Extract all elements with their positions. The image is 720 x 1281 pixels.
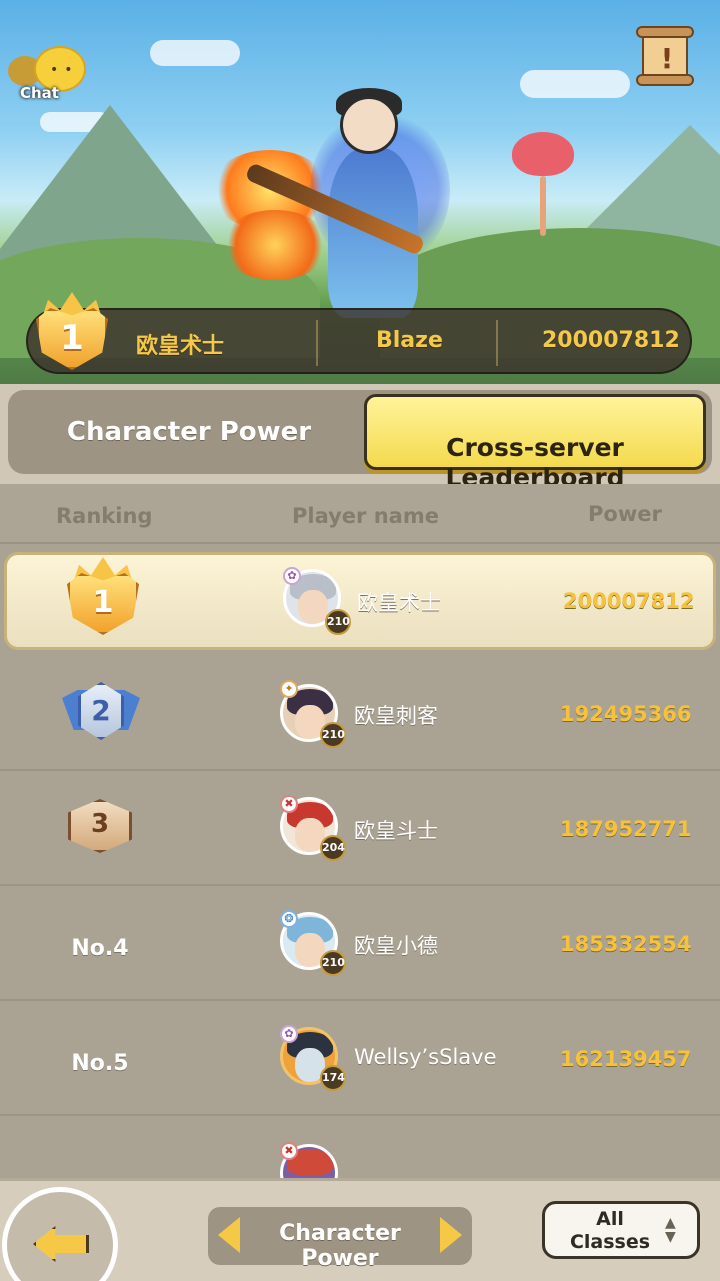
table-row[interactable]: ✖ [0, 1116, 720, 1178]
rank-1-medal-icon: 1 [55, 557, 151, 643]
rank-1-medal-icon: 1 [24, 292, 120, 378]
tab-bar: Character Power Cross-server Leaderboard [0, 384, 720, 492]
chat-label: Chat [20, 84, 59, 102]
top-player-server: Blaze [376, 328, 443, 353]
hero-banner: •• Chat ! 欧皇术士 Blaze 200007812 1 [0, 0, 720, 385]
chat-face-icon: •• [50, 62, 79, 78]
sort-updown-icon: ▲ ▼ [665, 1215, 676, 1245]
player-power: 162139457 [560, 1047, 692, 1071]
rank-number: 3 [90, 809, 110, 839]
table-row[interactable]: 3 ✖ 204 欧皇斗士 187952771 [0, 771, 720, 886]
header-player-name: Player name [292, 504, 439, 528]
avatar-face [298, 590, 328, 624]
chevron-left-icon[interactable] [218, 1217, 240, 1253]
top-player-name: 欧皇术士 [136, 334, 225, 359]
player-power: 192495366 [560, 702, 692, 726]
leaderboard-list[interactable]: Ranking Player name Power 1 ✿ 210 欧皇术士 2… [0, 484, 720, 1178]
player-power: 187952771 [560, 817, 692, 841]
player-name: 欧皇刺客 [354, 704, 438, 728]
scroll-roll-bottom [636, 74, 694, 86]
chat-button[interactable]: •• Chat [8, 40, 88, 106]
selector-label: Character Power [279, 1221, 401, 1271]
scroll-icon: ! [642, 32, 688, 80]
player-power: 185332554 [560, 932, 692, 956]
class-filter-label: All Classes [569, 1208, 651, 1253]
level-badge: 204 [320, 835, 346, 861]
hero-character [200, 30, 500, 318]
table-row[interactable]: No.5 ✿ 174 Wellsy’sSlave 162139457 [0, 1001, 720, 1116]
top-player-bar: 欧皇术士 Blaze 200007812 [26, 308, 692, 374]
rank-label: No.5 [71, 1051, 129, 1076]
level-badge: 210 [325, 609, 351, 635]
rank-number: 1 [92, 585, 114, 620]
scroll-roll-top [636, 26, 694, 38]
class-icon: ✦ [280, 680, 298, 698]
level-badge: 210 [320, 950, 346, 976]
divider [316, 320, 318, 366]
bottom-bar: Character Power All Classes ▲ ▼ [0, 1178, 720, 1281]
tab-cross-server-leaderboard[interactable]: Cross-server Leaderboard [364, 394, 706, 492]
flame-effect [220, 210, 330, 280]
rank-number: 2 [91, 694, 111, 727]
balloon-decoration [512, 132, 574, 176]
class-icon: ✖ [280, 1142, 298, 1160]
table-row[interactable]: No.4 ❂ 210 欧皇小德 185332554 [0, 886, 720, 1001]
level-badge: 174 [320, 1065, 346, 1091]
class-icon: ✿ [280, 1025, 298, 1043]
level-badge: 210 [320, 722, 346, 748]
class-icon: ✖ [280, 795, 298, 813]
class-icon: ❂ [280, 910, 298, 928]
player-name: Wellsy’sSlave [354, 1045, 497, 1069]
cloud [520, 70, 630, 98]
chevron-right-icon[interactable] [440, 1217, 462, 1253]
class-filter-dropdown[interactable]: All Classes ▲ ▼ [542, 1201, 700, 1259]
class-icon: ✿ [283, 567, 301, 585]
tab-container: Character Power Cross-server Leaderboard [8, 390, 712, 492]
ranking-type-selector[interactable]: Character Power [208, 1207, 472, 1271]
rank-number: 1 [60, 318, 84, 358]
header-power: Power [588, 502, 662, 526]
balloon-rope [540, 176, 546, 236]
player-name: 欧皇斗士 [354, 819, 438, 843]
rules-scroll-button[interactable]: ! [636, 26, 696, 86]
player-power: 200007812 [563, 589, 695, 613]
table-row[interactable]: 1 ✿ 210 欧皇术士 200007812 [4, 552, 716, 650]
table-row[interactable]: 2 ✦ 210 欧皇刺客 192495366 [0, 656, 720, 771]
back-arrow-icon [33, 1226, 89, 1262]
tab-character-power[interactable]: Character Power [24, 404, 354, 460]
list-header: Ranking Player name Power [0, 484, 720, 544]
player-name: 欧皇小德 [354, 934, 438, 958]
rank-2-medal-icon: 2 [62, 682, 140, 746]
exclamation-icon: ! [660, 42, 674, 75]
character-head [340, 96, 398, 154]
header-ranking: Ranking [56, 504, 153, 528]
rank-3-medal-icon: 3 [68, 799, 132, 855]
player-name: 欧皇术士 [357, 591, 441, 615]
back-button[interactable] [2, 1187, 118, 1281]
rank-label: No.4 [71, 936, 129, 961]
divider [496, 320, 498, 366]
top-player-power: 200007812 [542, 328, 680, 353]
